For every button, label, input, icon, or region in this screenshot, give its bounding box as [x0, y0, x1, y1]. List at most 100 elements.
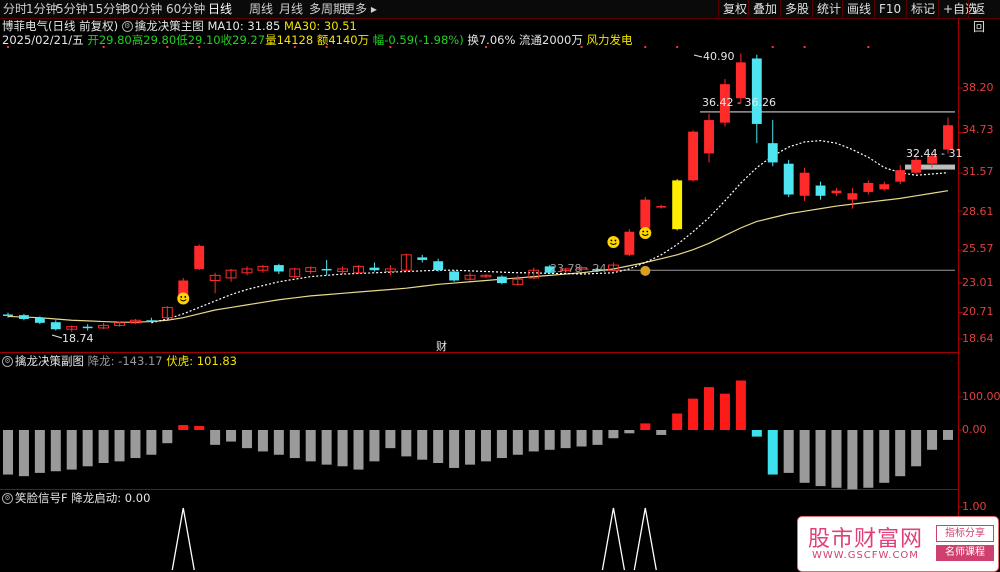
zone1-label: 36.42 - 36.26 [702, 96, 776, 109]
sub1-bar [751, 430, 762, 437]
sub1-bar [18, 430, 29, 477]
sub1-bar [50, 430, 61, 472]
top-dot [676, 46, 679, 48]
signal-spike-1 [601, 507, 626, 571]
smiley-icon-3-eye [646, 230, 649, 233]
watermark-tag-course: 名师课程 [936, 545, 994, 561]
candle-body [863, 182, 874, 192]
top-dot [102, 46, 105, 48]
sub1-bar [863, 430, 874, 488]
candle-body [369, 267, 380, 271]
candle-body [449, 271, 460, 281]
zone2-label: 32.44 - 31 [906, 147, 962, 160]
sub1-bar [273, 430, 284, 455]
top-dot [198, 46, 201, 48]
sub1-bar [449, 430, 460, 468]
sub1-bar [560, 430, 571, 449]
cai-label: 财 [436, 339, 447, 353]
candle-body [640, 199, 651, 228]
sub1-bar [656, 430, 667, 435]
sub1-bar [66, 430, 77, 470]
sub1-bar [767, 430, 778, 475]
top-dot [166, 46, 169, 48]
sub1-bar [433, 430, 444, 463]
candle-body [18, 315, 29, 319]
candle-body [672, 180, 683, 230]
top-dot [7, 46, 9, 48]
candle-body [496, 276, 507, 284]
candle-body [911, 159, 922, 173]
candle-body [34, 317, 45, 323]
sub1-bar [417, 430, 428, 460]
sub1-bar [194, 426, 205, 430]
sub1-bar [847, 430, 858, 490]
candle-body [895, 170, 906, 182]
sub-tick-2: 1.00 [962, 500, 987, 513]
sub1-bar [927, 430, 938, 450]
sub-tick-0: 100.00 [962, 390, 1000, 403]
sub1-bar [146, 430, 157, 455]
watermark-title: 股市财富网 [808, 527, 924, 552]
low-pointer [51, 334, 63, 339]
sub1-bar [465, 430, 476, 465]
top-dot [580, 46, 583, 48]
sub1-bar [353, 430, 364, 470]
candle-body [815, 185, 826, 196]
ma-slow-line [7, 190, 949, 323]
sub1-bar [369, 430, 380, 462]
candle-body [688, 131, 699, 181]
candle-body [82, 326, 93, 329]
price-tick-3: 28.61 [962, 205, 994, 218]
sub1-bar [624, 430, 635, 434]
sub1-bar [735, 380, 746, 430]
top-dot [771, 46, 774, 48]
sub1-bar [911, 430, 922, 467]
candle-body [273, 265, 284, 272]
smiley-icon-3-eye [642, 230, 645, 233]
sub1-bar [98, 430, 109, 463]
candle-body [194, 245, 205, 269]
sub1-bar [688, 398, 699, 430]
candle-body [879, 184, 890, 190]
smiley-icon-2-eye [610, 239, 613, 242]
sub1-bar [337, 430, 348, 467]
candle-body [831, 190, 842, 194]
low-label: 18.74 [62, 332, 94, 345]
candle-body [3, 314, 13, 316]
candle-body [656, 206, 667, 208]
signal-spike-2 [633, 507, 657, 571]
candle-body [767, 143, 778, 163]
sub1-bar [241, 430, 252, 449]
smiley-icon-1-eye [180, 296, 183, 298]
sub1-bar [385, 430, 396, 449]
sub1-bar [480, 430, 491, 462]
watermark-tag-share: 指标分享 [936, 525, 994, 542]
top-dot [484, 46, 487, 48]
ma-fast-line [151, 140, 949, 324]
candle-body [417, 257, 428, 260]
sub1-bar [592, 430, 603, 445]
price-tick-6: 20.71 [962, 305, 994, 318]
chart-canvas[interactable]: 40.90 18.74 36.42 - 36.26 32.44 - 31 23.78 -… [0, 0, 1000, 572]
smiley-icon-1-eye [184, 296, 187, 298]
sub1-bar [82, 430, 93, 467]
price-tick-5: 23.01 [962, 276, 994, 289]
sub1-bar [401, 430, 412, 457]
candle-body [433, 261, 444, 271]
sub1-bar [943, 430, 953, 440]
zone3-label: 23.78 - 24 [550, 262, 606, 275]
candle-body [704, 120, 714, 154]
candle-body [799, 172, 810, 196]
candle-body [50, 322, 61, 330]
sub1-bar [895, 430, 906, 477]
candle-body [751, 58, 762, 124]
sub1-bar [799, 430, 810, 483]
sub1-bar [576, 430, 587, 447]
sub1-bar [178, 425, 189, 430]
smiley-icon-2-eye [614, 239, 617, 242]
candle-body [321, 268, 332, 271]
sub1-bar [226, 430, 237, 442]
top-dot [803, 46, 806, 48]
candle-body [783, 163, 794, 195]
sub1-bar [879, 430, 890, 483]
